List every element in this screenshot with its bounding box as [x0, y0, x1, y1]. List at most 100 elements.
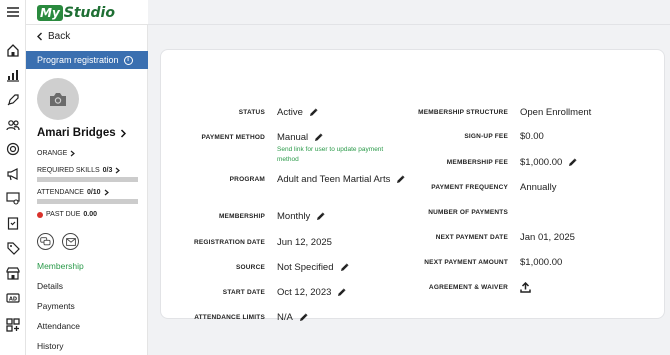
store-icon[interactable]: [5, 265, 21, 281]
next-payment-amount-label: NEXT PAYMENT AMOUNT: [424, 259, 508, 266]
nav-details[interactable]: Details: [37, 281, 63, 291]
icon-rail: AD: [0, 0, 26, 355]
chat-button[interactable]: [37, 233, 54, 250]
start-date-label: START DATE: [222, 289, 265, 296]
program-value: Adult and Teen Martial Arts: [277, 174, 391, 185]
profile-panel: Back Program registration i Amari Bridge…: [26, 25, 148, 355]
logo-studio-text: Studio: [63, 4, 115, 21]
attendance-progress-bar: [37, 199, 138, 204]
next-payment-amount-value-group: $1,000.00: [520, 257, 562, 268]
payment-frequency-label: PAYMENT FREQUENCY: [431, 184, 508, 191]
payment-method-value: Manual: [277, 132, 309, 143]
edit-attendance-limits-pencil-icon[interactable]: [299, 313, 308, 322]
chart-icon[interactable]: [5, 67, 21, 83]
past-due-status: PAST DUE 0.00: [37, 211, 97, 218]
info-icon[interactable]: i: [123, 55, 133, 65]
next-payment-date-value-group: Jan 01, 2025: [520, 232, 575, 243]
program-value-group: Adult and Teen Martial Arts: [277, 174, 405, 185]
camera-icon: [50, 92, 66, 106]
mail-icon: [65, 237, 76, 246]
payment-method-label: PAYMENT METHOD: [201, 134, 265, 141]
people-icon[interactable]: [5, 117, 21, 133]
registration-date-value: Jun 12, 2025: [277, 237, 332, 248]
start-date-value-group: Oct 12, 2023: [277, 287, 346, 298]
attendance-limits-value-group: N/A: [277, 312, 308, 323]
membership-structure-value-group: Open Enrollment: [520, 107, 591, 118]
nav-membership[interactable]: Membership: [37, 261, 84, 271]
avatar[interactable]: [37, 78, 79, 120]
home-icon[interactable]: [5, 42, 21, 58]
required-skills-link[interactable]: REQUIRED SKILLS 0/3: [37, 167, 121, 174]
source-label: SOURCE: [235, 264, 265, 271]
required-skills-value: 0/3: [102, 167, 113, 174]
status-value: Active: [277, 107, 303, 118]
membership-value-group: Monthly: [277, 211, 325, 222]
attendance-label: ATTENDANCE: [37, 189, 84, 196]
attendance-value: 0/10: [86, 189, 101, 196]
sign-up-fee-value-group: $0.00: [520, 131, 544, 142]
email-button[interactable]: [62, 233, 79, 250]
program-registration-label: Program registration: [37, 55, 119, 65]
status-value-group: Active: [277, 107, 318, 118]
membership-structure-value: Open Enrollment: [520, 107, 592, 118]
attendance-limits-value: N/A: [277, 312, 293, 323]
svg-text:AD: AD: [9, 297, 17, 303]
edit-source-pencil-icon[interactable]: [340, 263, 349, 272]
sign-up-fee-value: $0.00: [520, 131, 544, 142]
megaphone-icon[interactable]: [5, 166, 21, 182]
upload-icon[interactable]: [520, 281, 531, 293]
start-date-value: Oct 12, 2023: [277, 287, 332, 298]
edit-program-pencil-icon[interactable]: [396, 175, 405, 184]
registration-date-label: REGISTRATION DATE: [193, 239, 265, 246]
edit-membership-pencil-icon[interactable]: [316, 212, 325, 221]
ad-icon[interactable]: AD: [5, 290, 21, 306]
student-name: Amari Bridges: [37, 127, 116, 139]
attendance-limits-label: ATTENDANCE LIMITS: [194, 314, 265, 321]
required-skills-progress-bar: [37, 177, 138, 182]
past-due-value: 0.00: [83, 211, 97, 218]
back-label: Back: [48, 31, 71, 42]
chat-icon: [40, 237, 51, 246]
rank-link[interactable]: ORANGE: [37, 150, 76, 157]
program-registration-header: Program registration i: [26, 51, 148, 69]
payment-method-value-group: Manual: [277, 132, 323, 143]
nav-attendance[interactable]: Attendance: [37, 321, 80, 331]
badge-icon[interactable]: [5, 141, 21, 157]
attendance-link[interactable]: ATTENDANCE 0/10: [37, 189, 109, 196]
membership-label: MEMBERSHIP: [218, 213, 265, 220]
rocket-icon[interactable]: [5, 92, 21, 108]
source-value-group: Not Specified: [277, 262, 349, 273]
settings-screen-icon[interactable]: [5, 190, 21, 206]
membership-fee-value-group: $1,000.00: [520, 157, 577, 168]
student-name-link[interactable]: Amari Bridges: [37, 127, 126, 139]
main-content: STATUS Active PAYMENT METHOD Manual Send lin…: [148, 25, 670, 355]
edit-start-date-pencil-icon[interactable]: [337, 288, 346, 297]
membership-details-card: STATUS Active PAYMENT METHOD Manual Send lin…: [160, 49, 665, 323]
back-button[interactable]: Back: [36, 31, 70, 42]
tag-icon[interactable]: [5, 240, 21, 256]
apps-icon[interactable]: [5, 317, 21, 333]
required-skills-label: REQUIRED SKILLS: [37, 167, 100, 174]
sign-up-fee-label: SIGN-UP FEE: [464, 133, 508, 140]
next-payment-date-value: Jan 01, 2025: [520, 232, 575, 243]
nav-history[interactable]: History: [37, 341, 63, 351]
chevron-right-icon: [115, 167, 121, 174]
chevron-left-icon: [37, 32, 42, 41]
agreement-waiver-label: AGREEMENT & WAIVER: [428, 284, 508, 291]
rank-label: ORANGE: [37, 150, 68, 157]
chevron-right-icon: [104, 189, 109, 196]
registration-date-value-group: Jun 12, 2025: [277, 237, 332, 248]
edit-status-pencil-icon[interactable]: [309, 108, 318, 117]
send-payment-update-link[interactable]: Send link for user to update payment met…: [277, 145, 402, 165]
chevron-right-icon: [70, 150, 76, 157]
clipboard-icon[interactable]: [5, 215, 21, 231]
past-due-dot: [37, 211, 43, 218]
past-due-label: PAST DUE: [46, 211, 81, 218]
edit-payment-method-pencil-icon[interactable]: [314, 133, 323, 142]
menu-icon[interactable]: [5, 4, 21, 20]
next-payment-amount-value: $1,000.00: [520, 257, 563, 268]
edit-membership-fee-pencil-icon[interactable]: [568, 158, 577, 167]
nav-payments[interactable]: Payments: [37, 301, 75, 311]
mystudio-logo[interactable]: My Studio: [37, 3, 115, 22]
program-label: PROGRAM: [229, 176, 265, 183]
